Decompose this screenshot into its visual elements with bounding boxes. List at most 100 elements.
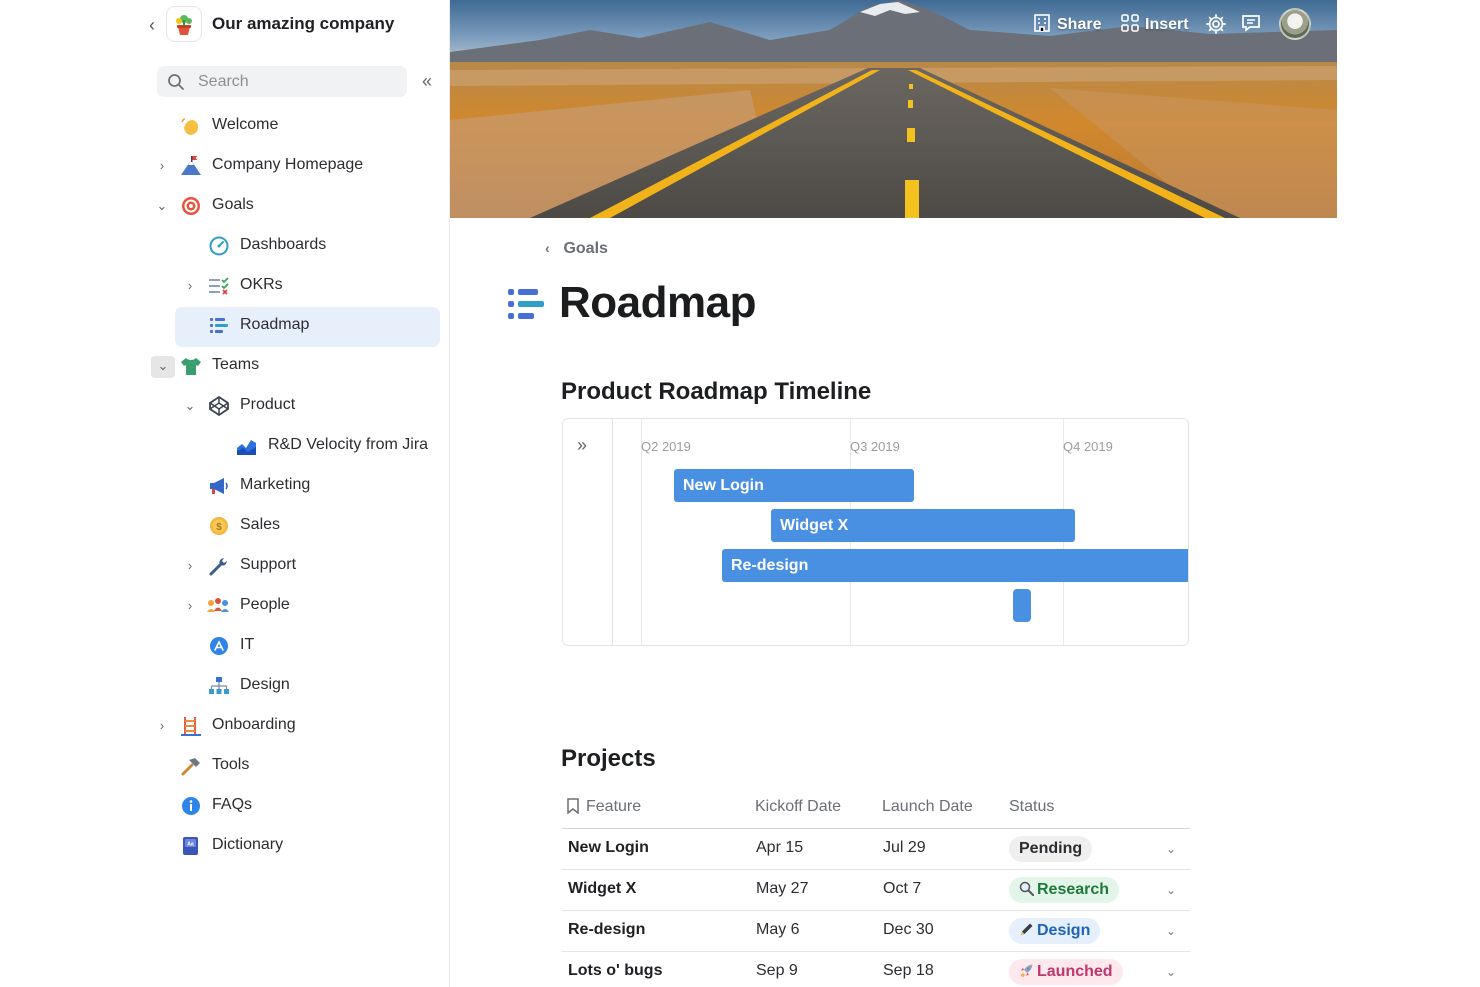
chevron-down-icon[interactable]: ⌄	[1166, 924, 1180, 938]
chevron-right-icon[interactable]: ›	[153, 716, 171, 736]
timeline-bar-lots-of-bugs[interactable]	[1013, 589, 1031, 622]
chevron-down-icon[interactable]: ⌄	[1166, 842, 1180, 856]
grid-icon	[1121, 14, 1139, 32]
row-divider	[562, 910, 1190, 911]
cell-feature: Re-design	[568, 921, 646, 938]
cell-feature: New Login	[568, 839, 649, 856]
pencil-icon	[1021, 923, 1033, 935]
chevron-right-icon[interactable]: ›	[153, 156, 171, 176]
chevron-down-icon[interactable]: ⌄	[1166, 965, 1180, 979]
column-header-status[interactable]: Status	[1009, 798, 1054, 816]
column-header-feature[interactable]: Feature	[566, 798, 641, 816]
chevron-down-icon[interactable]: ⌄	[1166, 883, 1180, 897]
insert-button[interactable]: Insert	[1120, 10, 1189, 40]
sidebar-item-label: Welcome	[212, 116, 279, 133]
sidebar-item-teams[interactable]: ⌄ Teams	[0, 346, 450, 386]
breadcrumb[interactable]: ‹ Goals	[545, 240, 608, 258]
sidebar-item-label: Sales	[240, 516, 281, 533]
quarter-label: Q4 2019	[1063, 439, 1113, 454]
sidebar-item-dashboards[interactable]: Dashboards	[0, 226, 450, 266]
hammer-icon	[180, 756, 202, 776]
workspace-title[interactable]: Our amazing company	[212, 14, 394, 34]
breadcrumb-parent[interactable]: Goals	[563, 240, 607, 257]
sidebar-item-dictionary[interactable]: Aa Dictionary	[0, 826, 450, 866]
search-box[interactable]: Search	[157, 66, 407, 97]
sidebar-item-it[interactable]: IT	[0, 626, 450, 666]
chevron-left-icon: ‹	[545, 240, 550, 256]
sidebar-item-label: People	[240, 596, 290, 613]
cell-kickoff: Apr 15	[756, 839, 804, 856]
share-button[interactable]: Share	[1032, 10, 1101, 40]
avatar[interactable]	[1279, 8, 1311, 40]
sidebar-item-sales[interactable]: $ Sales	[0, 506, 450, 546]
chevron-down-icon[interactable]: ⌄	[154, 356, 172, 376]
sidebar-item-people[interactable]: › People	[0, 586, 450, 626]
gear-icon[interactable]	[1205, 13, 1227, 35]
chevron-down-icon[interactable]: ⌄	[153, 196, 171, 216]
column-header-launch-date[interactable]: Launch Date	[882, 798, 973, 816]
sidebar-item-company-homepage[interactable]: › Company Homepage	[0, 146, 450, 186]
quarter-label: Q2 2019	[641, 439, 691, 454]
timeline-bar-new-login[interactable]: New Login	[674, 469, 914, 502]
sidebar-item-design[interactable]: Design	[0, 666, 450, 706]
cell-feature: Lots o' bugs	[568, 962, 663, 979]
timeline-bar-widget-x[interactable]: Widget X	[771, 509, 1075, 542]
sidebar-item-label: Goals	[212, 196, 254, 213]
status-badge[interactable]: Design	[1009, 918, 1101, 944]
status-badge[interactable]: Research	[1009, 877, 1120, 903]
roadmap-icon	[208, 316, 230, 336]
workspace-logo-icon[interactable]	[167, 7, 201, 41]
comment-icon[interactable]	[1241, 13, 1261, 35]
sidebar-item-product[interactable]: ⌄ Product	[0, 386, 450, 426]
sidebar-item-label: IT	[240, 636, 255, 653]
sidebar-item-tools[interactable]: Tools	[0, 746, 450, 786]
sidebar-item-label: Teams	[212, 356, 260, 373]
ladder-icon	[180, 716, 202, 736]
sidebar-item-goals[interactable]: ⌄ Goals	[0, 186, 450, 226]
sidebar-item-faqs[interactable]: FAQs	[0, 786, 450, 826]
sidebar-item-support[interactable]: › Support	[0, 546, 450, 586]
row-divider	[562, 869, 1190, 870]
row-divider	[562, 951, 1190, 952]
cell-kickoff: May 6	[756, 921, 800, 938]
projects-heading: Projects	[561, 745, 656, 772]
sidebar-item-label: Support	[240, 556, 297, 573]
sidebar-item-label: Roadmap	[240, 316, 310, 333]
sidebar-item-roadmap[interactable]: Roadmap	[0, 306, 450, 346]
codepen-icon	[208, 395, 230, 417]
sidebar-item-welcome[interactable]: Welcome	[0, 106, 450, 146]
cell-launch: Sep 18	[883, 962, 934, 979]
search-input[interactable]: Search	[198, 73, 249, 91]
app-store-icon	[208, 636, 230, 656]
chevron-right-icon[interactable]: ›	[181, 556, 199, 576]
area-chart-icon	[236, 436, 258, 456]
column-header-kickoff-date[interactable]: Kickoff Date	[755, 798, 841, 816]
collapse-sidebar-icon[interactable]: «	[416, 70, 438, 92]
wrench-icon	[208, 556, 230, 576]
page-title: Roadmap	[559, 278, 756, 327]
status-badge[interactable]: Pending	[1009, 836, 1093, 862]
rocket-icon	[1020, 964, 1033, 978]
sidebar-item-onboarding[interactable]: › Onboarding	[0, 706, 450, 746]
sidebar: ‹ Our amazing company Search « Welcome ›	[0, 0, 450, 987]
quarter-label: Q3 2019	[850, 439, 900, 454]
cell-launch: Dec 30	[883, 921, 934, 938]
sidebar-item-rd-velocity[interactable]: R&D Velocity from Jira	[0, 426, 450, 466]
expand-icon[interactable]: »	[577, 435, 597, 455]
sidebar-item-okrs[interactable]: › OKRs	[0, 266, 450, 306]
sidebar-item-marketing[interactable]: Marketing	[0, 466, 450, 506]
sidebar-item-label: R&D Velocity from Jira	[268, 436, 429, 453]
cell-launch: Oct 7	[883, 880, 922, 897]
status-badge[interactable]: Launched	[1009, 959, 1123, 985]
back-chevron-icon[interactable]: ‹	[143, 14, 161, 36]
roadmap-icon	[505, 285, 545, 325]
chevron-right-icon[interactable]: ›	[181, 276, 199, 296]
chevron-down-icon[interactable]: ⌄	[181, 396, 199, 416]
megaphone-icon	[208, 476, 230, 496]
waving-hand-icon	[180, 116, 202, 136]
dictionary-icon: Aa	[180, 836, 202, 856]
timeline-heading: Product Roadmap Timeline	[561, 378, 872, 405]
timeline-bar-redesign[interactable]: Re-design	[722, 549, 1188, 582]
chevron-right-icon[interactable]: ›	[181, 596, 199, 616]
tshirt-icon	[180, 356, 202, 376]
